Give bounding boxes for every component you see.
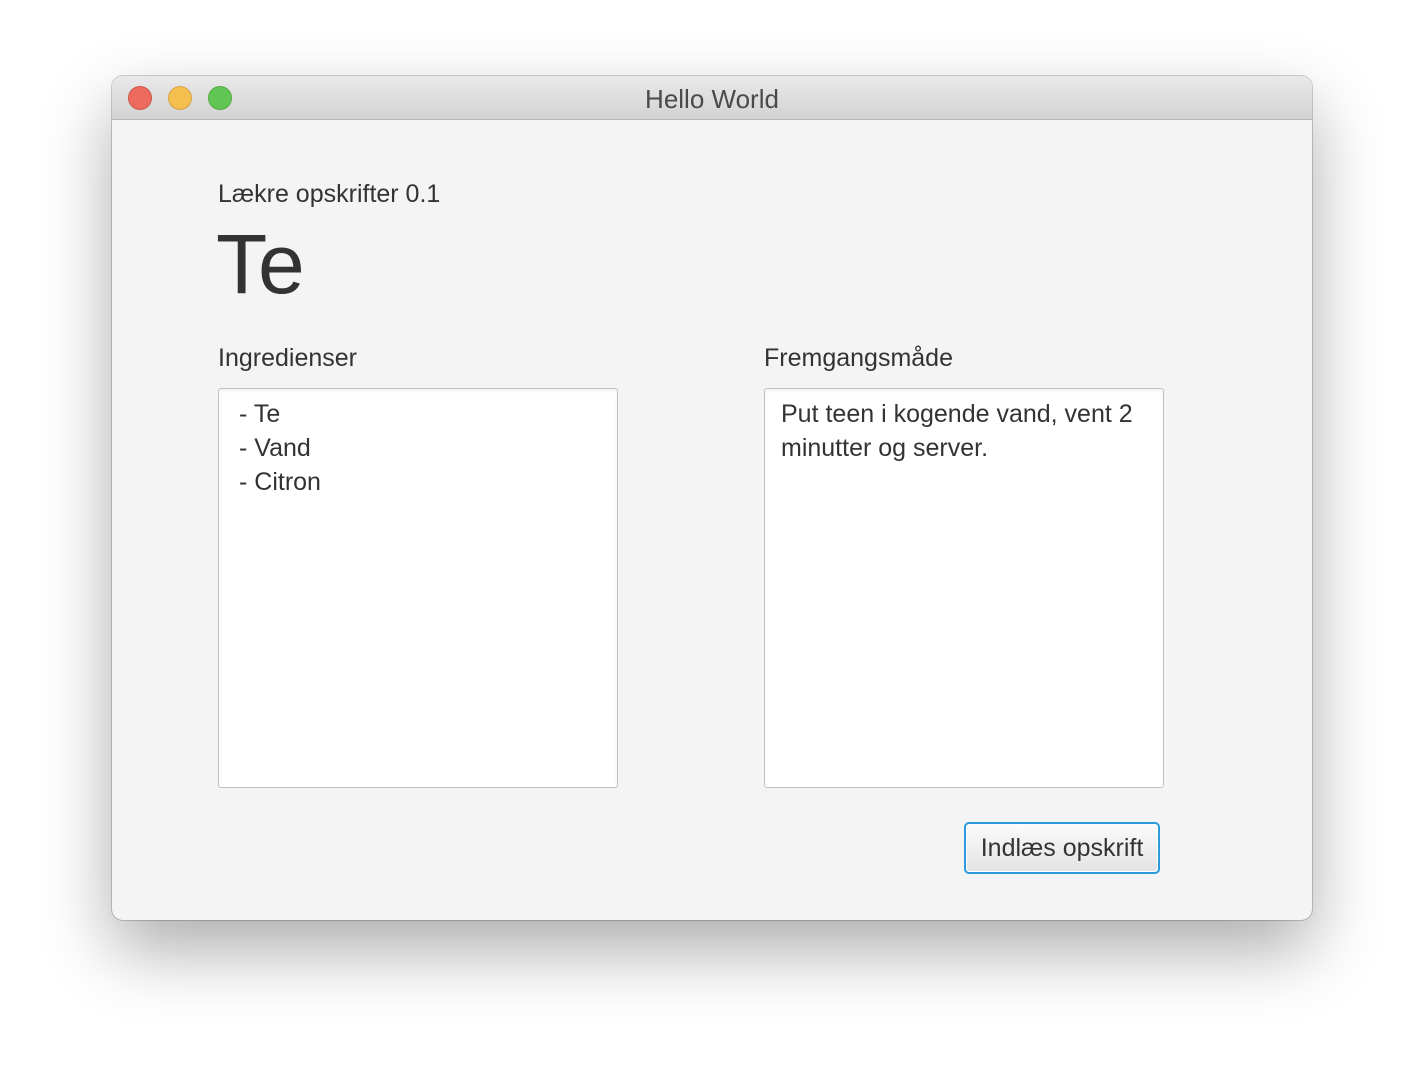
title-bar[interactable]: Hello World (112, 76, 1312, 120)
recipe-title: Te (216, 217, 305, 311)
main-content: Lækre opskrifter 0.1 Te Ingredienser Fre… (112, 120, 1312, 920)
ingredients-text-area[interactable]: - Te - Vand - Citron (218, 388, 618, 788)
app-window: Hello World Lækre opskrifter 0.1 Te Ingr… (112, 76, 1312, 920)
load-recipe-button[interactable]: Indlæs opskrift (964, 822, 1160, 874)
ingredients-label: Ingredienser (218, 344, 357, 372)
app-name-label: Lækre opskrifter 0.1 (218, 180, 441, 208)
method-text-area[interactable]: Put teen i kogende vand, vent 2 minutter… (764, 388, 1164, 788)
method-label: Fremgangsmåde (764, 344, 953, 372)
window-title: Hello World (645, 84, 779, 114)
